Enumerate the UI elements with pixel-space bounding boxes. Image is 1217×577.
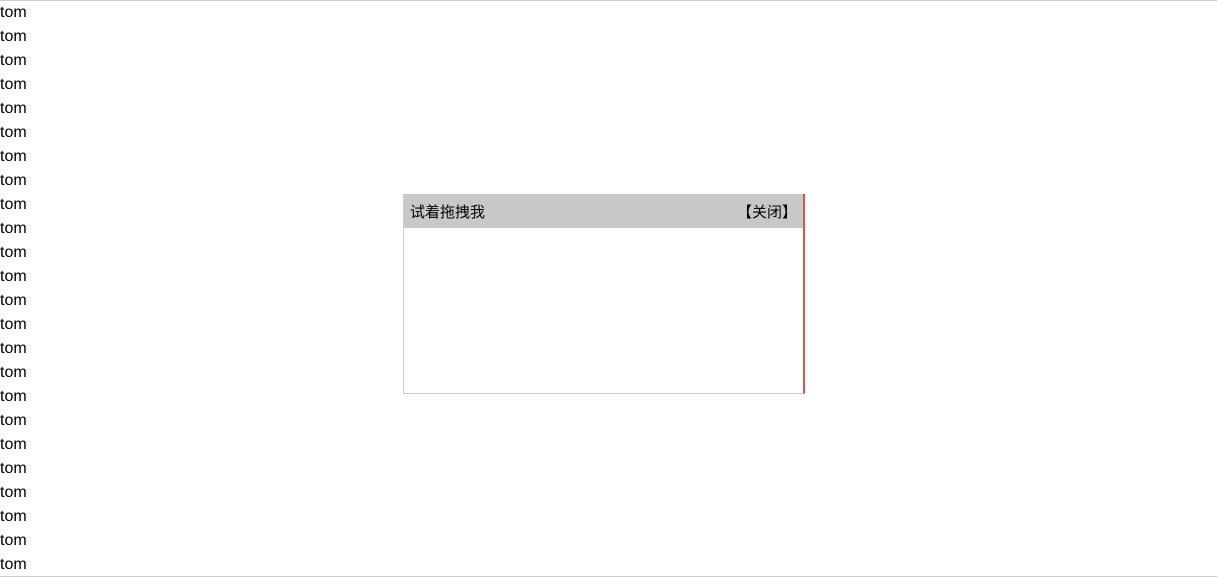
- dialog-header[interactable]: 试着拖拽我 【关闭】: [404, 194, 803, 228]
- dialog-title: 试着拖拽我: [410, 201, 485, 222]
- draggable-dialog[interactable]: 试着拖拽我 【关闭】: [403, 194, 805, 394]
- text-line: tom: [0, 145, 1217, 169]
- text-line: tom: [0, 433, 1217, 457]
- scroll-viewport[interactable]: tomtomtomtomtomtomtomtomtomtomtomtomtomt…: [0, 0, 1217, 577]
- text-line: tom: [0, 25, 1217, 49]
- text-line: tom: [0, 481, 1217, 505]
- text-line: tom: [0, 529, 1217, 553]
- text-line: tom: [0, 1, 1217, 25]
- text-line: tom: [0, 505, 1217, 529]
- content-area: tomtomtomtomtomtomtomtomtomtomtomtomtomt…: [0, 1, 1217, 577]
- text-line: tom: [0, 457, 1217, 481]
- text-line: tom: [0, 553, 1217, 577]
- text-line: tom: [0, 97, 1217, 121]
- text-line: tom: [0, 169, 1217, 193]
- text-line: tom: [0, 49, 1217, 73]
- text-line: tom: [0, 73, 1217, 97]
- dialog-body: [404, 228, 803, 393]
- text-line: tom: [0, 121, 1217, 145]
- text-line: tom: [0, 409, 1217, 433]
- close-button[interactable]: 【关闭】: [737, 201, 797, 222]
